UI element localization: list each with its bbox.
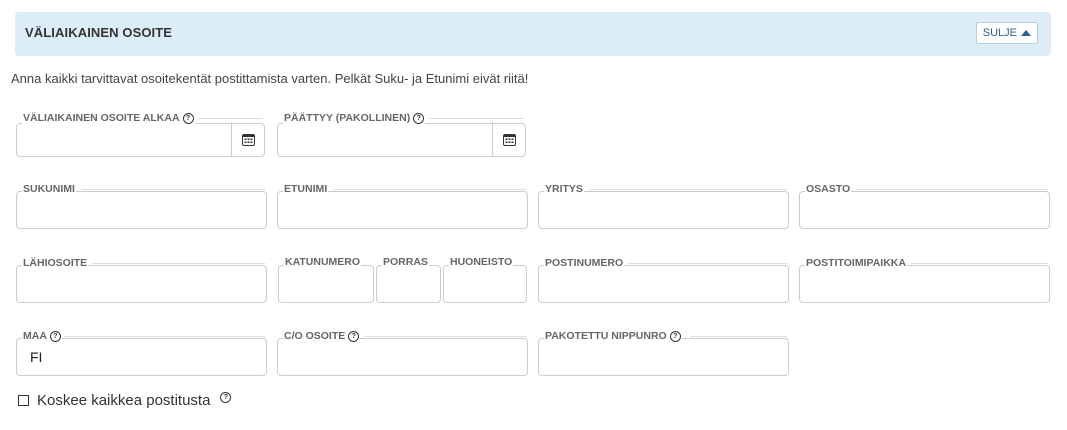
co-address-field: C/O OSOITE ?	[277, 330, 528, 376]
help-icon[interactable]: ?	[182, 112, 194, 124]
start-date-calendar-button[interactable]	[231, 122, 264, 156]
street-input[interactable]	[16, 265, 267, 303]
close-button[interactable]: SULJE	[975, 22, 1038, 44]
calendar-icon	[241, 133, 255, 146]
department-field: OSASTO	[799, 183, 1050, 229]
help-icon[interactable]: ?	[49, 330, 61, 342]
apartment-label: HUONEISTO	[449, 256, 514, 268]
applies-to-all-mail-row: Koskee kaikkea postitusta ?	[18, 392, 232, 409]
section-title: VÄLIAIKAINEN OSOITE	[25, 25, 173, 40]
street-number-label: KATUNUMERO	[284, 256, 362, 268]
end-date-calendar-button[interactable]	[492, 122, 525, 156]
bundle-number-field: PAKOTETTU NIPPUNRO ?	[538, 330, 789, 376]
surname-label: SUKUNIMI	[22, 183, 76, 195]
bundle-number-input[interactable]	[538, 338, 789, 376]
department-label: OSASTO	[805, 183, 852, 195]
stairway-label: PORRAS	[382, 256, 429, 268]
postal-code-field: POSTINUMERO	[538, 257, 789, 303]
surname-field: SUKUNIMI	[16, 183, 267, 229]
street-number-input[interactable]	[278, 265, 374, 303]
company-field: YRITYS	[538, 183, 789, 229]
start-date-label: VÄLIAIKAINEN OSOITE ALKAA ?	[22, 112, 195, 124]
postal-code-label: POSTINUMERO	[544, 257, 625, 269]
department-input[interactable]	[799, 191, 1050, 229]
help-icon[interactable]: ?	[348, 330, 360, 342]
city-label: POSTITOIMIPAIKKA	[805, 257, 907, 269]
company-input[interactable]	[538, 191, 789, 229]
co-address-input[interactable]	[277, 338, 528, 376]
section-header: VÄLIAIKAINEN OSOITE SULJE	[15, 12, 1051, 56]
chevron-up-icon	[1021, 30, 1031, 36]
company-label: YRITYS	[544, 183, 584, 195]
apartment-input[interactable]	[443, 265, 527, 303]
close-button-label: SULJE	[982, 27, 1017, 39]
start-date-field: VÄLIAIKAINEN OSOITE ALKAA ?	[16, 112, 265, 157]
start-date-input[interactable]	[16, 122, 265, 157]
end-date-field: PÄÄTTYY (PAKOLLINEN) ?	[277, 112, 526, 157]
help-icon[interactable]: ?	[669, 330, 681, 342]
stairway-input[interactable]	[376, 265, 441, 303]
applies-to-all-mail-label[interactable]: Koskee kaikkea postitusta	[37, 392, 210, 409]
help-icon[interactable]: ?	[220, 392, 232, 403]
city-field: POSTITOIMIPAIKKA	[799, 257, 1050, 303]
street-label: LÄHIOSOITE	[22, 257, 89, 269]
firstname-field: ETUNIMI	[277, 183, 528, 229]
stairway-field: PORRAS	[376, 256, 441, 303]
country-label: MAA ?	[22, 330, 62, 342]
postal-code-input[interactable]	[538, 265, 789, 303]
country-field: FI MAA ?	[16, 330, 267, 376]
apartment-field: HUONEISTO	[443, 256, 527, 303]
instruction-text: Anna kaikki tarvittavat osoitekentät pos…	[11, 71, 529, 86]
street-number-field: KATUNUMERO	[278, 256, 374, 303]
street-field: LÄHIOSOITE	[16, 257, 267, 303]
calendar-icon	[502, 133, 516, 146]
city-input[interactable]	[799, 265, 1050, 303]
country-value: FI	[30, 349, 43, 365]
applies-to-all-mail-checkbox[interactable]	[18, 395, 29, 406]
help-icon[interactable]: ?	[413, 112, 425, 124]
bundle-number-label: PAKOTETTU NIPPUNRO ?	[544, 330, 682, 342]
end-date-input[interactable]	[277, 122, 526, 157]
country-input[interactable]: FI	[16, 338, 267, 376]
firstname-input[interactable]	[277, 191, 528, 229]
co-address-label: C/O OSOITE ?	[283, 330, 361, 342]
end-date-label: PÄÄTTYY (PAKOLLINEN) ?	[283, 112, 426, 124]
firstname-label: ETUNIMI	[283, 183, 329, 195]
surname-input[interactable]	[16, 191, 267, 229]
